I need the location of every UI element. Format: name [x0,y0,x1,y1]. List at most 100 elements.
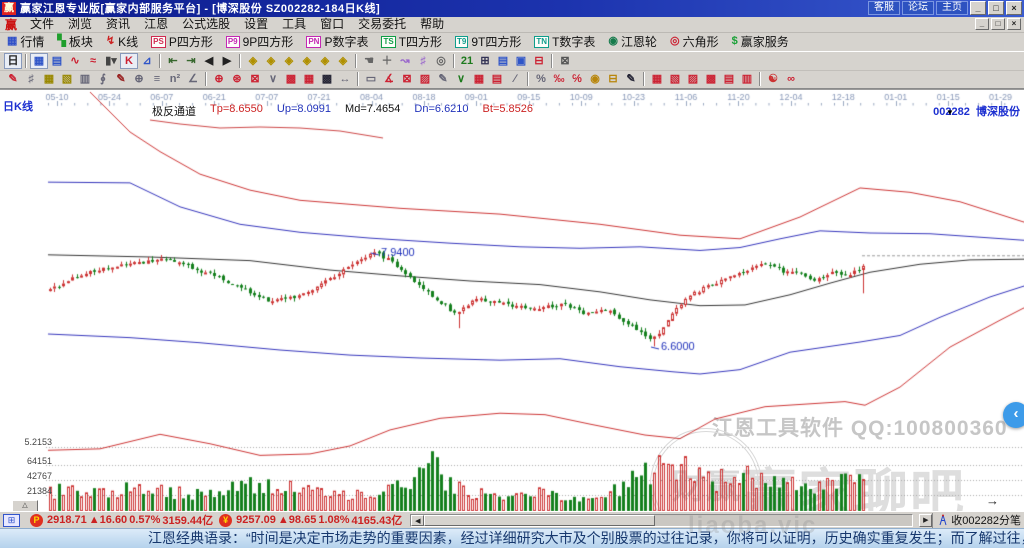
gann-box-icon[interactable]: ▦ [40,71,58,87]
quotes-button[interactable]: ▦行情 [4,32,47,51]
info-view-icon[interactable]: ▤ [48,53,66,69]
price-grid-icon[interactable]: ▦ [470,71,488,87]
menu-item-6[interactable]: 设置 [237,17,275,32]
shenzhen-index-value[interactable]: 9257.09 [236,514,276,526]
kline-view-icon[interactable]: ▦ [30,53,48,69]
diamond-tool-2-icon[interactable]: ◈ [262,53,280,69]
check-angle-icon[interactable]: ∨ [264,71,282,87]
homepage-button[interactable]: 主页 [936,1,968,15]
calculator-icon[interactable]: ⊞ [476,53,494,69]
spiral-tool-icon[interactable]: ∮ [94,71,112,87]
diamond-tool-5-icon[interactable]: ◈ [316,53,334,69]
shanghai-index-icon[interactable]: P [30,514,43,527]
crosshair-icon[interactable]: ＋ [378,53,396,69]
menu-item-7[interactable]: 工具 [275,17,313,32]
permille-icon[interactable]: ‰ [550,71,568,87]
collapse-panel-button[interactable]: ‹ [1003,402,1024,428]
star-burst-icon[interactable]: ⊛ [228,71,246,87]
gann-box-up-icon[interactable]: ▧ [58,71,76,87]
kline-chart-canvas[interactable] [0,90,1024,511]
diamond-tool-3-icon[interactable]: ◈ [280,53,298,69]
red-grid-1-icon[interactable]: ▦ [648,71,666,87]
angle-tool-icon[interactable]: ∠ [184,71,202,87]
sectors-button[interactable]: ▚板块 [54,32,95,51]
close-button[interactable]: × [1006,1,1022,15]
prev-bar-icon[interactable]: ◀ [200,53,218,69]
save-layout-icon[interactable]: ▣ [512,53,530,69]
gann-box-flat-icon[interactable]: ▥ [76,71,94,87]
ruler-lines-icon[interactable]: ≡ [148,71,166,87]
magnify-icon[interactable]: ◎ [432,53,450,69]
gann-wheel-button[interactable]: ◉江恩轮 [605,32,660,51]
diamond-tool-6-icon[interactable]: ◈ [334,53,352,69]
notepad-icon[interactable]: ▤ [494,53,512,69]
minimize-button[interactable]: _ [970,1,986,15]
period-day-selector[interactable]: 日▾ [4,53,22,69]
grid-cross-icon[interactable]: ⊠ [246,71,264,87]
red-grid-5-icon[interactable]: ▤ [720,71,738,87]
red-grid-2-icon[interactable]: ▧ [666,71,684,87]
first-bar-icon[interactable]: ⇤ [164,53,182,69]
menu-item-1[interactable]: 文件 [23,17,61,32]
chart-region[interactable]: 江恩工具软件 QQ:100800360 赢家聊吧 财赢 日K线 极反通道 Tp=… [0,89,1024,511]
menu-item-5[interactable]: 公式选股 [175,17,237,32]
menu-item-4[interactable]: 江恩 [137,17,175,32]
cart-icon[interactable]: ⊠ [556,53,574,69]
t-square-button[interactable]: TST四方形 [378,32,445,51]
forum-button[interactable]: 论坛 [902,1,934,15]
target-circle-icon[interactable]: ⊕ [210,71,228,87]
box-shade-icon[interactable]: ▨ [416,71,434,87]
taiji-icon[interactable]: ☯ [764,71,782,87]
marker-pen-icon[interactable]: ✎ [112,71,130,87]
infinity-wave-icon[interactable]: ∞ [782,71,800,87]
box-select-icon[interactable]: ▭ [362,71,380,87]
pen-tool-icon[interactable]: ✎ [4,71,22,87]
t-number-table-button[interactable]: TNT数字表 [531,32,598,51]
scrollbar-left-arrow-icon[interactable]: ◀ [411,515,424,526]
diamond-tool-4-icon[interactable]: ◈ [298,53,316,69]
child-minimize-button[interactable]: _ [975,18,989,30]
menu-item-8[interactable]: 窗口 [313,17,351,32]
shenzhen-index-icon[interactable]: ¥ [219,514,232,527]
percent-line-icon[interactable]: ℅ [568,71,586,87]
hexagon-button[interactable]: ◎六角形 [667,32,722,51]
menu-item-9[interactable]: 交易委托 [351,17,413,32]
tick-view-switch[interactable]: 收002282分笔 [932,513,1021,528]
winner-service-button[interactable]: $赢家服务 [729,32,792,51]
red-grid-6-icon[interactable]: ▥ [738,71,756,87]
red-grid-icon[interactable]: ▦ [300,71,318,87]
child-restore-button[interactable]: □ [991,18,1005,30]
scrollbar-thumb[interactable] [424,515,654,526]
hand-pan-icon[interactable]: ☚ [360,53,378,69]
scrollbar-right-arrow-icon[interactable]: ▶ [919,514,932,527]
red-grid-3-icon[interactable]: ▨ [684,71,702,87]
kline-button[interactable]: ↯K线 [103,32,141,51]
chart-scrollbar[interactable]: ◀ [410,514,913,527]
slash-line-icon[interactable]: ∕ [506,71,524,87]
menu-item-2[interactable]: 浏览 [61,17,99,32]
time-grid-icon[interactable]: ▤ [488,71,506,87]
red-grid-4-icon[interactable]: ▩ [702,71,720,87]
percent-icon[interactable]: % [532,71,550,87]
keyboard-wizard-icon[interactable]: ⊞ [3,514,20,527]
nine-t-square-button[interactable]: T99T四方形 [452,32,524,51]
ink-pen-icon[interactable]: ✎ [622,71,640,87]
black-net-icon[interactable]: ▩ [318,71,336,87]
diamond-tool-1-icon[interactable]: ◈ [244,53,262,69]
red-net-icon[interactable]: ▩ [282,71,300,87]
annotate-pen-icon[interactable]: ✎ [434,71,452,87]
check-mark-icon[interactable]: ∨ [452,71,470,87]
menu-item-3[interactable]: 资讯 [99,17,137,32]
fan-lines-icon[interactable]: ∡ [380,71,398,87]
compress-kline-icon[interactable]: K [120,53,138,69]
calendar-icon[interactable]: 21 [458,53,476,69]
expand-pane-button[interactable]: △ [12,500,38,511]
grid-overlay-icon[interactable]: ♯ [414,53,432,69]
menu-item-10[interactable]: 帮助 [413,17,451,32]
scroll-right-hint-icon[interactable]: → [986,493,999,508]
box-diagonal-icon[interactable]: ⊠ [398,71,416,87]
width-adjust-icon[interactable]: ↔ [336,71,354,87]
circle-cross-icon[interactable]: ⊕ [130,71,148,87]
play-forward-icon[interactable]: ⊿ [138,53,156,69]
square-of-nine-icon[interactable]: n² [166,71,184,87]
